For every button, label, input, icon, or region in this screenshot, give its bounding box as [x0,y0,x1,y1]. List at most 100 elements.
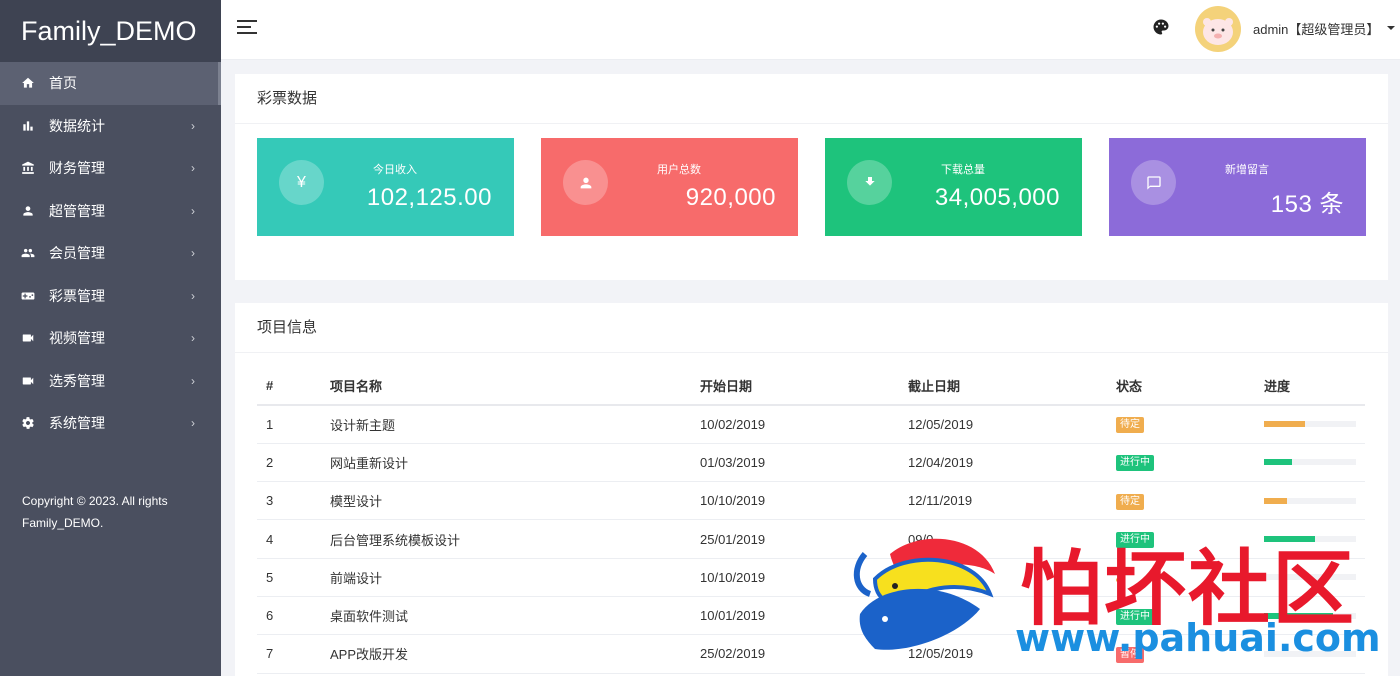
table-row[interactable]: 3 模型设计 10/10/2019 12/11/2019 待定 [257,481,1365,521]
sidebar-item-label: 首页 [49,75,77,92]
cell-num: 7 [257,634,321,674]
brand-logo[interactable]: Family_DEMO [0,0,221,62]
progress-fill [1264,421,1306,428]
column-header[interactable]: 状态 [1107,367,1255,406]
chevron-right-icon: › [191,118,195,133]
panel-title: 项目信息 [235,303,1388,353]
stat-label: 下载总量 [941,164,985,176]
cell-status: 待定 [1107,481,1255,521]
status-badge: 进行中 [1116,532,1154,549]
cell-name: 网站重新设计 [321,443,691,483]
sidebar-item-1[interactable]: 数据统计 › [0,105,221,148]
cell-status: 暂停 [1107,634,1255,674]
palette-icon[interactable] [1152,18,1170,36]
cell-status: 进行中 [1107,443,1255,483]
progress-bar [1264,650,1356,657]
sidebar-item-5[interactable]: 彩票管理 › [0,275,221,318]
cell-num: 2 [257,443,321,483]
status-badge: 待定 [1116,417,1144,434]
progress-bar [1264,612,1356,619]
sidebar-item-label: 视频管理 [49,330,105,347]
stat-card: ¥ 今日收入 102,125.00 [257,138,514,236]
stat-label: 用户总数 [657,164,701,176]
sidebar-item-label: 彩票管理 [49,287,105,304]
progress-fill [1264,612,1333,619]
bank-icon [20,160,36,176]
cell-start: 25/02/2019 [691,634,899,674]
table-row[interactable]: 5 前端设计 10/10/2019 2/2019 [257,558,1365,597]
progress-bar [1264,459,1356,466]
status-badge: 进行中 [1116,455,1154,472]
table-row[interactable]: 7 APP改版开发 25/02/2019 12/05/2019 暂停 [257,634,1365,674]
cell-num: 6 [257,596,321,636]
sidebar-item-2[interactable]: 财务管理 › [0,147,221,190]
cell-start: 10/02/2019 [691,405,899,444]
sidebar-item-7[interactable]: 选秀管理 › [0,360,221,403]
column-header[interactable]: 项目名称 [321,367,691,406]
home-icon [20,75,36,91]
panel-title: 彩票数据 [235,74,1388,124]
column-header[interactable]: 截止日期 [899,367,1107,406]
chevron-right-icon: › [191,203,195,218]
download-icon [847,160,892,205]
stat-value: 34,005,000 [934,184,1060,211]
menu-toggle-button[interactable] [237,20,257,36]
table-row[interactable]: 4 后台管理系统模板设计 25/01/2019 09/0 进行中 [257,519,1365,559]
cell-start: 01/03/2019 [691,443,899,483]
progress-fill [1264,536,1315,543]
cell-end: 12/04/2019 [899,443,1107,483]
top-header: admin【超级管理员】 [221,0,1400,60]
cell-progress [1255,405,1365,444]
cell-start: 10/01/2019 [691,596,899,636]
stat-card: 新增留言 153 条 [1109,138,1366,236]
cell-end: 12/11/2019 [899,481,1107,521]
stat-value: 920,000 [685,184,776,211]
chevron-right-icon: › [191,416,195,431]
table-row[interactable]: 2 网站重新设计 01/03/2019 12/04/2019 进行中 [257,443,1365,483]
gamepad-icon [20,288,36,304]
user-menu-label[interactable]: admin【超级管理员】 [1253,19,1379,38]
sidebar-item-label: 系统管理 [49,415,105,432]
sidebar-nav: 首页 数据统计 › 财务管理 › 超管管理 › 会员管理 › 彩票管理 › 视频管理 › 选秀管理 › 系统管… [0,62,221,445]
status-badge [1116,577,1124,582]
sidebar-item-4[interactable]: 会员管理 › [0,232,221,275]
sidebar-item-label: 超管管理 [49,202,105,219]
column-header[interactable]: # [257,367,321,406]
sidebar-item-0[interactable]: 首页 [0,62,221,105]
column-header[interactable]: 进度 [1255,367,1365,406]
sidebar-item-label: 会员管理 [49,245,105,262]
cell-num: 1 [257,405,321,444]
cell-num: 3 [257,481,321,521]
status-badge: 暂停 [1116,646,1144,663]
user-icon [20,203,36,219]
cell-progress [1255,519,1365,559]
chevron-down-icon[interactable] [1387,26,1395,30]
progress-bar [1264,536,1356,543]
avatar[interactable] [1195,6,1241,52]
cell-name: 前端设计 [321,558,691,597]
chevron-right-icon: › [191,331,195,346]
progress-bar [1264,421,1356,428]
cell-status: 进行中 [1107,596,1255,636]
stat-label: 新增留言 [1225,164,1269,176]
sidebar-item-6[interactable]: 视频管理 › [0,317,221,360]
cell-status [1107,558,1255,597]
cell-end: 19 [899,596,1107,636]
table-row[interactable]: 6 桌面软件测试 10/01/2019 19 进行中 [257,596,1365,636]
sidebar-item-label: 财务管理 [49,160,105,177]
project-table: # 项目名称 开始日期 截止日期 状态 进度 1 设计新主题 10/02/2019 12/05/… [257,367,1365,674]
user-icon [563,160,608,205]
sidebar-item-8[interactable]: 系统管理 › [0,402,221,445]
yen-icon: ¥ [279,160,324,205]
project-info-panel: 项目信息 # 项目名称 开始日期 截止日期 状态 进度 1 设计新主题 10/02/2019 1… [235,303,1388,676]
stat-value: 153 条 [1270,191,1344,218]
cell-end: 09/0 [899,519,1107,559]
progress-fill [1264,497,1287,504]
table-row[interactable]: 1 设计新主题 10/02/2019 12/05/2019 待定 [257,405,1365,444]
cell-name: 模型设计 [321,481,691,521]
copyright-line-1: Copyright © 2023. All rights [22,494,168,508]
cell-name: 后台管理系统模板设计 [321,519,691,559]
sidebar-item-3[interactable]: 超管管理 › [0,190,221,233]
column-header[interactable]: 开始日期 [691,367,899,406]
cell-start: 10/10/2019 [691,481,899,521]
